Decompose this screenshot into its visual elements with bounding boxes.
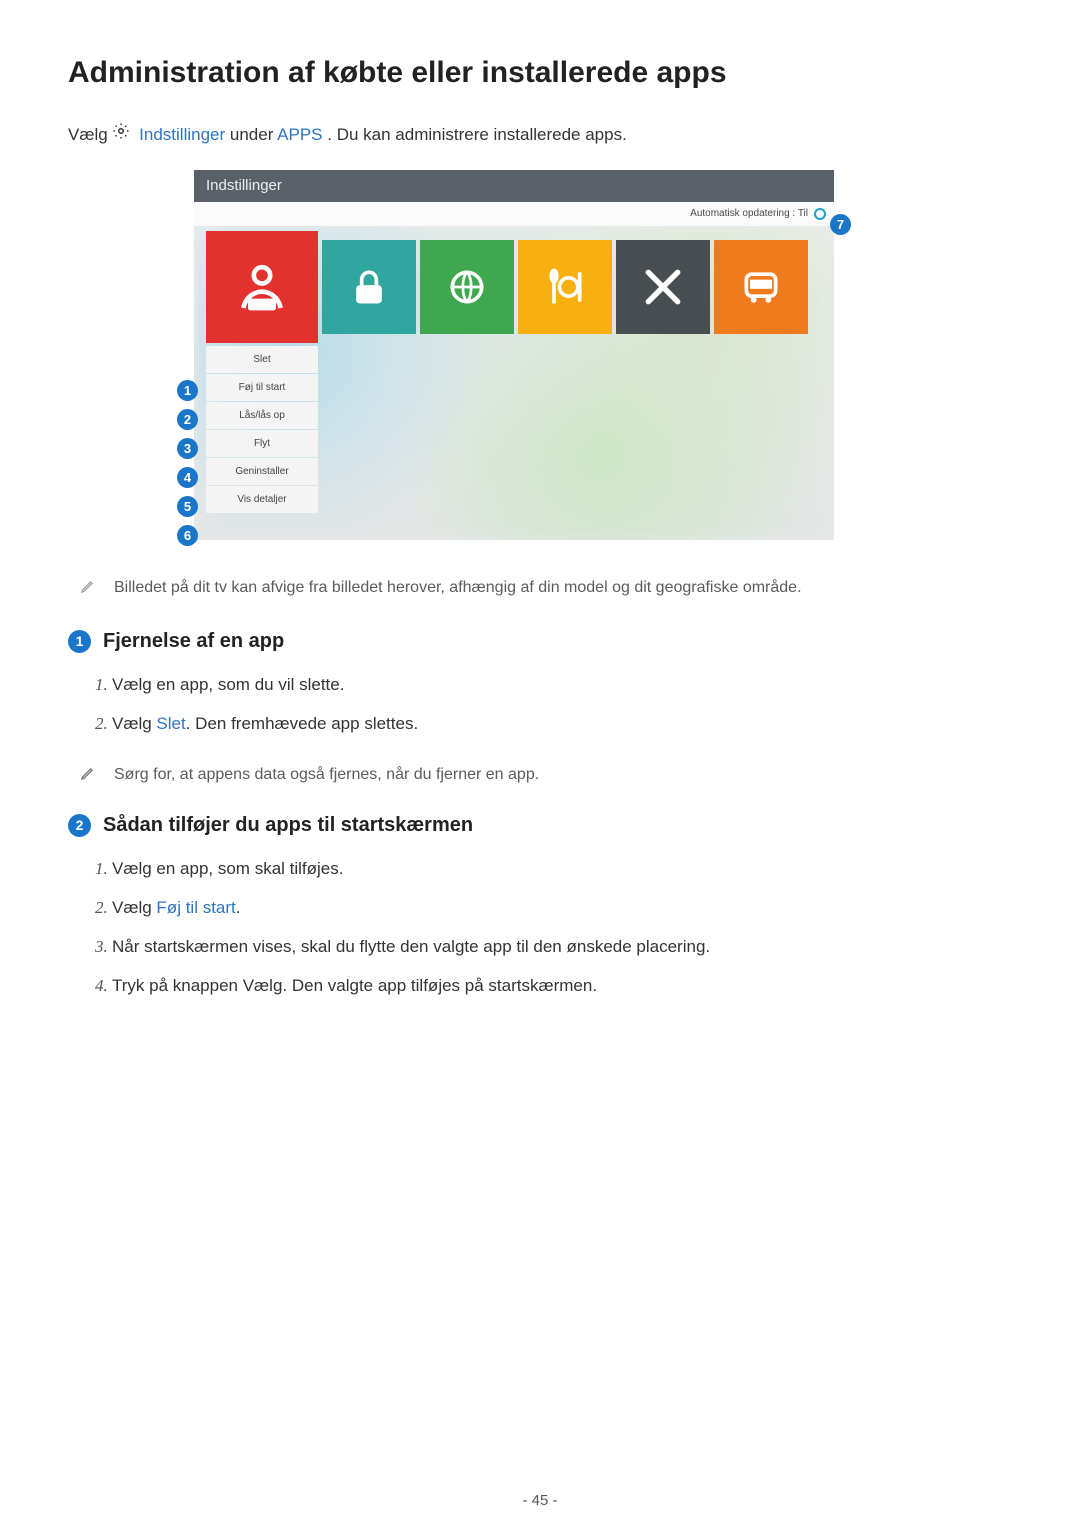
intro-prefix: Vælg xyxy=(68,125,112,144)
bus-icon xyxy=(739,265,783,309)
callout-1: 1 xyxy=(177,380,198,401)
step-item: Vælg Slet. Den fremhævede app slettes. xyxy=(112,710,1012,737)
step-item: Tryk på knappen Vælg. Den valgte app til… xyxy=(112,972,1012,999)
app-tile-people[interactable] xyxy=(206,231,318,343)
food-icon xyxy=(543,265,587,309)
app-tile-tools[interactable] xyxy=(616,240,710,334)
intro-mid: under xyxy=(230,125,277,144)
step-item: Når startskærmen vises, skal du flytte d… xyxy=(112,933,1012,960)
intro-link-settings[interactable]: Indstillinger xyxy=(139,125,225,144)
section-title: Fjernelse af en app xyxy=(103,630,284,653)
section-title: Sådan tilføjer du apps til startskærmen xyxy=(103,814,473,837)
pencil-icon xyxy=(80,578,96,602)
section-note-text: Sørg for, at appens data også fjernes, n… xyxy=(114,766,539,784)
section-callout-1: 1 xyxy=(68,630,91,653)
page-number: - 45 - xyxy=(0,1492,1080,1509)
globe-icon xyxy=(445,265,489,309)
intro-paragraph: Vælg Indstillinger under APPS . Du kan a… xyxy=(68,122,1012,150)
context-menu-item-2[interactable]: Lås/lås op xyxy=(206,402,318,429)
section-note: Sørg for, at appens data også fjernes, n… xyxy=(80,765,1012,786)
step-item: Vælg Føj til start. xyxy=(112,894,1012,921)
callout-2: 2 xyxy=(177,409,198,430)
auto-update-label: Automatisk opdatering : Til xyxy=(690,208,808,219)
step-link[interactable]: Slet xyxy=(156,714,185,733)
left-callouts-column: 1 2 3 4 5 6 xyxy=(177,380,198,546)
step-text: . xyxy=(236,898,241,917)
step-text: Tryk på knappen Vælg. Den valgte app til… xyxy=(112,976,597,995)
people-icon xyxy=(234,259,290,315)
note-image-may-differ: Billedet på dit tv kan afvige fra billed… xyxy=(80,576,1012,602)
context-menu-item-3[interactable]: Flyt xyxy=(206,430,318,457)
app-tile-food[interactable] xyxy=(518,240,612,334)
context-menu-item-4[interactable]: Geninstaller xyxy=(206,458,318,485)
step-text: Vælg xyxy=(112,898,156,917)
screenshot: Indstillinger Automatisk opdatering : Ti… xyxy=(194,170,834,540)
auto-update-bar: Automatisk opdatering : Til xyxy=(194,202,834,226)
step-link[interactable]: Føj til start xyxy=(156,898,235,917)
app-tile-bus[interactable] xyxy=(714,240,808,334)
step-text: Vælg xyxy=(112,714,156,733)
page-title: Administration af købte eller installere… xyxy=(68,56,1012,90)
pencil-icon xyxy=(80,765,96,786)
context-menu-item-1[interactable]: Føj til start xyxy=(206,374,318,401)
section-callout-2: 2 xyxy=(68,814,91,837)
app-tile-lock[interactable] xyxy=(322,240,416,334)
context-menu-item-0[interactable]: Slet xyxy=(206,346,318,373)
step-item: Vælg en app, som skal tilføjes. xyxy=(112,855,1012,882)
step-text: . Den fremhævede app slettes. xyxy=(186,714,418,733)
auto-update-toggle[interactable] xyxy=(814,208,826,220)
steps-list: Vælg en app, som skal tilføjes. Vælg Føj … xyxy=(68,855,1012,1000)
app-tile-globe[interactable] xyxy=(420,240,514,334)
step-item: Vælg en app, som du vil slette. xyxy=(112,671,1012,698)
tools-icon xyxy=(641,265,685,309)
note-text: Billedet på dit tv kan afvige fra billed… xyxy=(114,576,802,600)
intro-suffix: . Du kan administrere installerede apps. xyxy=(327,125,627,144)
app-tiles-row xyxy=(206,240,808,343)
context-menu-item-5[interactable]: Vis detaljer xyxy=(206,486,318,513)
callout-5: 5 xyxy=(177,496,198,517)
callout-3: 3 xyxy=(177,438,198,459)
callout-7: 7 xyxy=(830,214,851,235)
steps-list: Vælg en app, som du vil slette. Vælg Slet… xyxy=(68,671,1012,737)
section-heading: 2 Sådan tilføjer du apps til startskærmen xyxy=(68,814,1012,837)
callout-6: 6 xyxy=(177,525,198,546)
step-text: Vælg en app, som skal tilføjes. xyxy=(112,859,343,878)
intro-link-apps[interactable]: APPS xyxy=(277,125,322,144)
step-text: Vælg en app, som du vil slette. xyxy=(112,675,344,694)
lock-icon xyxy=(347,265,391,309)
step-text: Når startskærmen vises, skal du flytte d… xyxy=(112,937,710,956)
section-heading: 1 Fjernelse af en app xyxy=(68,630,1012,653)
screenshot-header: Indstillinger xyxy=(194,170,834,202)
callout-4: 4 xyxy=(177,467,198,488)
gear-icon xyxy=(112,122,130,148)
context-menu: SletFøj til startLås/lås opFlytGeninstal… xyxy=(206,346,318,513)
